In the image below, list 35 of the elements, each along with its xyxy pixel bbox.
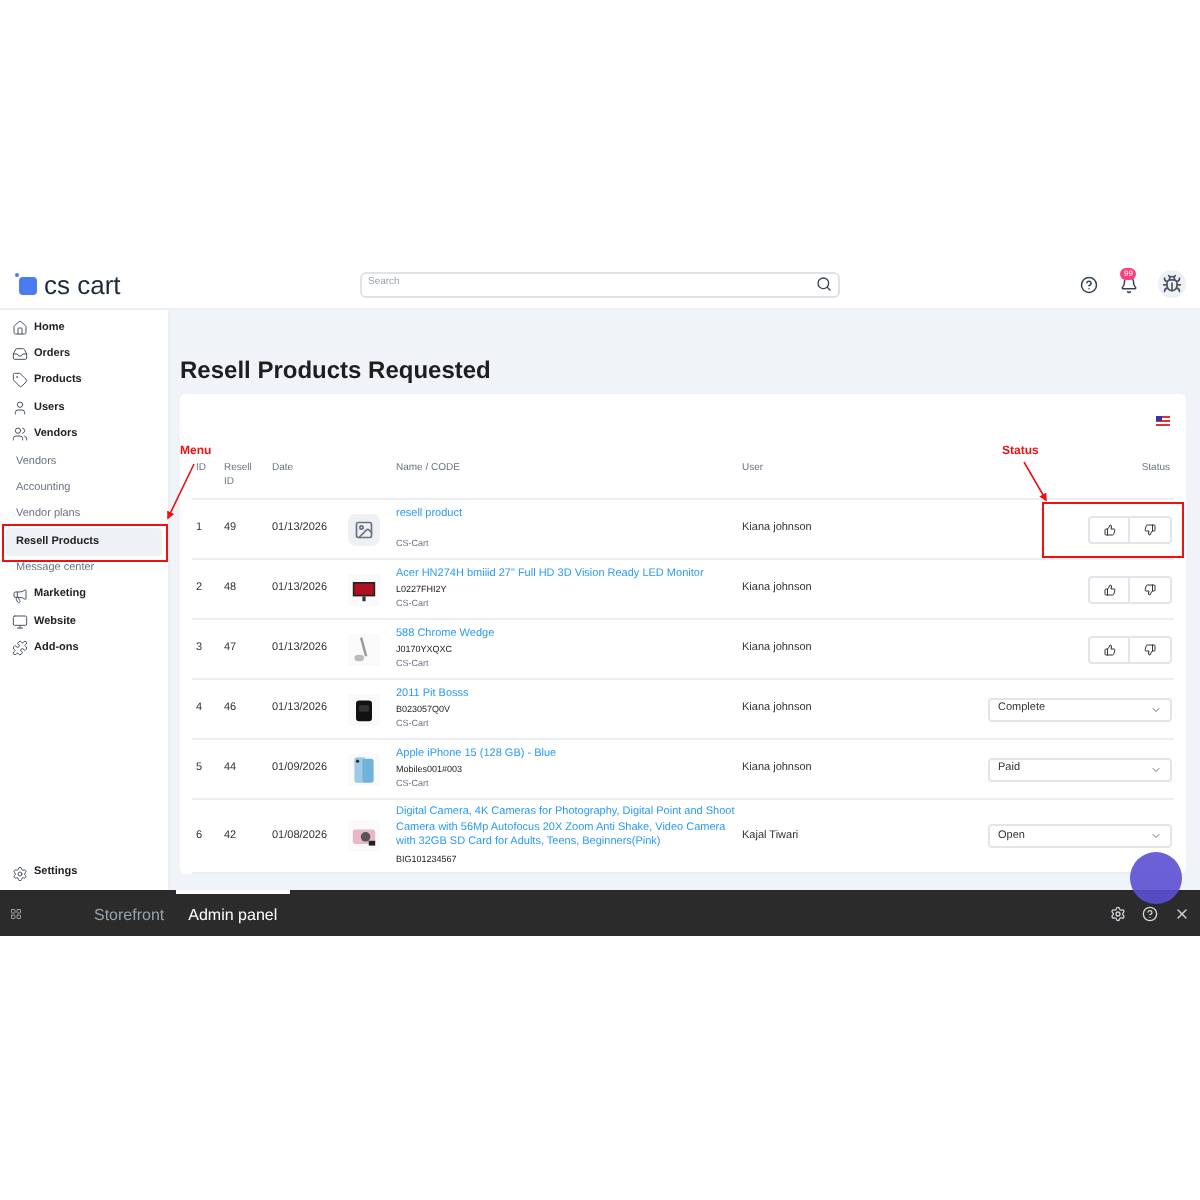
bell-icon[interactable] <box>1120 275 1138 293</box>
annotation-arrow <box>167 463 195 520</box>
annotation-arrow <box>1023 461 1047 502</box>
bottom-tab[interactable]: Storefront <box>82 890 177 936</box>
avatar-icon[interactable] <box>1162 274 1182 294</box>
highlight-frame <box>1042 502 1184 558</box>
user-icon <box>12 399 28 416</box>
monitor-icon <box>12 613 28 630</box>
thumbs-up-icon <box>1103 583 1115 595</box>
settings-icon[interactable] <box>1110 905 1126 921</box>
image-icon <box>354 519 374 539</box>
close-icon[interactable] <box>1174 905 1190 921</box>
settings-icon <box>12 865 28 881</box>
search-icon <box>816 276 832 292</box>
inbox-icon <box>12 346 28 363</box>
logo-text: cs cart <box>44 271 121 297</box>
bottom-tab[interactable]: Admin panel <box>176 890 290 936</box>
flag-icon[interactable] <box>1156 416 1170 426</box>
thumbs-down-icon <box>1144 643 1156 655</box>
tag-icon <box>12 372 28 389</box>
page-title: Resell Products Requested <box>180 354 493 386</box>
thumbs-up-icon <box>1103 523 1115 535</box>
puzzle-icon <box>12 640 28 657</box>
thumbs-down-icon <box>1144 583 1156 595</box>
megaphone-icon <box>12 587 28 604</box>
home-icon <box>12 319 28 336</box>
help-icon[interactable] <box>1080 275 1098 293</box>
chevron-down-icon <box>1150 703 1162 715</box>
thumbs-up-icon <box>1103 643 1115 655</box>
logo-icon <box>14 272 38 296</box>
chevron-down-icon <box>1150 829 1162 842</box>
grid-icon[interactable] <box>10 907 22 919</box>
users-icon <box>12 426 28 443</box>
thumbs-down-icon <box>1144 523 1156 535</box>
chevron-down-icon <box>1150 763 1162 775</box>
